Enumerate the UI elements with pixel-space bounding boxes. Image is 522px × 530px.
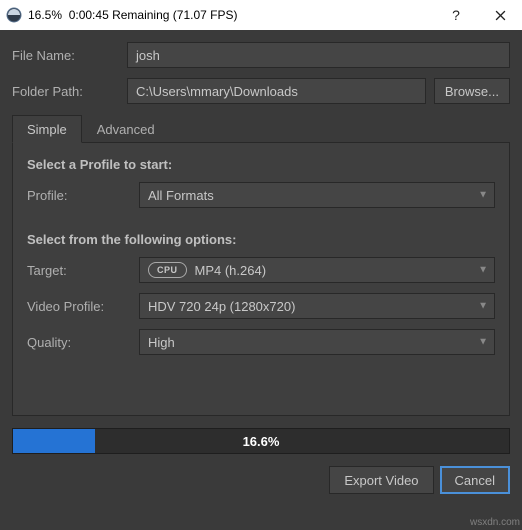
progress-bar: 16.6% <box>12 428 510 454</box>
target-label: Target: <box>27 263 139 278</box>
tab-row: Simple Advanced <box>12 114 510 142</box>
cancel-button[interactable]: Cancel <box>440 466 510 494</box>
video-profile-label: Video Profile: <box>27 299 139 314</box>
chevron-down-icon: ▼ <box>478 301 488 312</box>
video-profile-select[interactable]: HDV 720 24p (1280x720) ▼ <box>139 293 495 319</box>
folder-path-input[interactable]: C:\Users\mmary\Downloads <box>127 78 426 104</box>
folder-path-row: Folder Path: C:\Users\mmary\Downloads Br… <box>12 78 510 104</box>
browse-button[interactable]: Browse... <box>434 78 510 104</box>
title-percent: 16.5% <box>28 8 62 22</box>
quality-select[interactable]: High ▼ <box>139 329 495 355</box>
quality-label: Quality: <box>27 335 139 350</box>
progress-text: 16.6% <box>13 429 509 453</box>
section-options-title: Select from the following options: <box>27 232 495 247</box>
chevron-down-icon: ▼ <box>478 337 488 348</box>
folder-path-label: Folder Path: <box>12 84 127 99</box>
footer: Export Video Cancel <box>12 466 510 494</box>
profile-label: Profile: <box>27 188 139 203</box>
quality-value: High <box>148 335 175 350</box>
title-fps: (71.07 FPS) <box>173 8 238 22</box>
chevron-down-icon: ▼ <box>478 265 488 276</box>
close-button[interactable] <box>478 0 522 30</box>
quality-row: Quality: High ▼ <box>27 329 495 355</box>
simple-panel: Select a Profile to start: Profile: All … <box>12 142 510 416</box>
file-name-row: File Name: josh <box>12 42 510 68</box>
folder-path-value: C:\Users\mmary\Downloads <box>136 84 298 99</box>
section-profile-title: Select a Profile to start: <box>27 157 495 172</box>
target-select[interactable]: CPU MP4 (h.264) ▼ <box>139 257 495 283</box>
profile-value: All Formats <box>148 188 214 203</box>
video-profile-value: HDV 720 24p (1280x720) <box>148 299 295 314</box>
file-name-input[interactable]: josh <box>127 42 510 68</box>
export-video-button[interactable]: Export Video <box>329 466 433 494</box>
profile-row: Profile: All Formats ▼ <box>27 182 495 208</box>
profile-select[interactable]: All Formats ▼ <box>139 182 495 208</box>
video-profile-row: Video Profile: HDV 720 24p (1280x720) ▼ <box>27 293 495 319</box>
watermark: wsxdn.com <box>470 517 520 528</box>
titlebar: 16.5% 0:00:45 Remaining (71.07 FPS) ? <box>0 0 522 30</box>
tab-advanced[interactable]: Advanced <box>82 115 170 143</box>
file-name-label: File Name: <box>12 48 127 63</box>
cpu-chip-icon: CPU <box>148 262 187 278</box>
target-row: Target: CPU MP4 (h.264) ▼ <box>27 257 495 283</box>
help-button[interactable]: ? <box>434 0 478 30</box>
app-icon <box>6 7 22 23</box>
target-value: MP4 (h.264) <box>195 263 267 278</box>
dialog-body: File Name: josh Folder Path: C:\Users\mm… <box>0 30 522 502</box>
tab-simple[interactable]: Simple <box>12 115 82 143</box>
chevron-down-icon: ▼ <box>478 190 488 201</box>
file-name-value: josh <box>136 48 160 63</box>
title-remaining: 0:00:45 Remaining <box>69 8 170 22</box>
